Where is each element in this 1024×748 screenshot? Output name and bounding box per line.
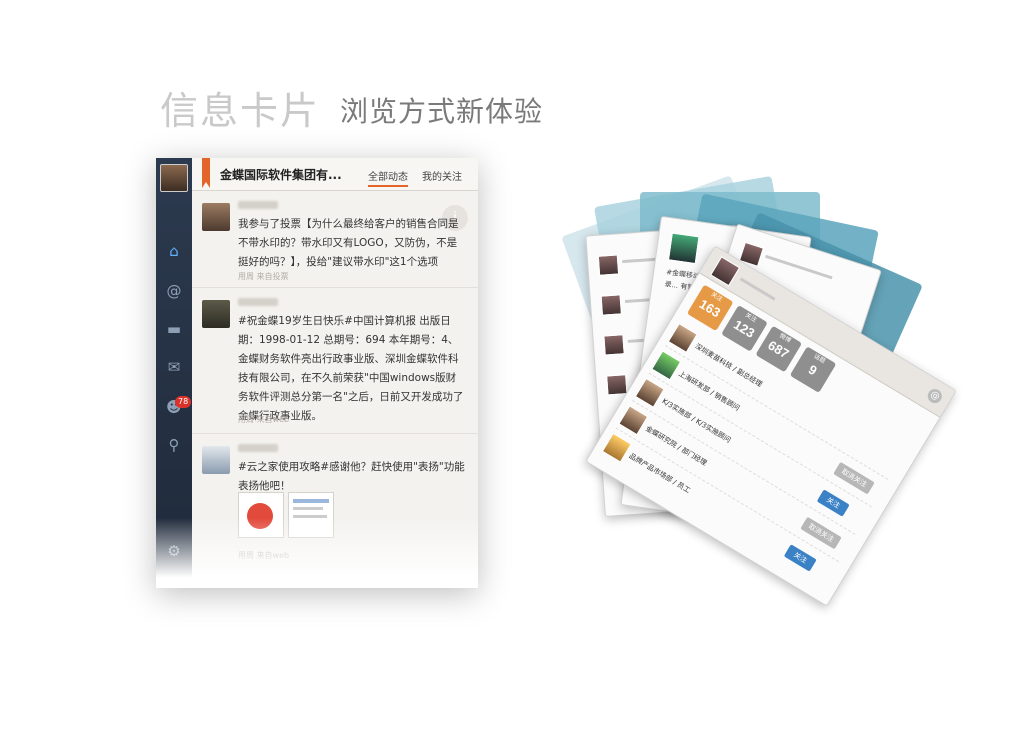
post-text: 我参与了投票【为什么最终给客户的销售合同是不带水印的？带水印又有LOGO，又防伪… bbox=[238, 218, 459, 268]
post-text: #云之家使用攻略#感谢他？赶快使用"表扬"功能表扬他吧！ bbox=[238, 461, 465, 492]
avatar bbox=[710, 256, 741, 287]
post-meta: 用周 来自web bbox=[238, 551, 290, 560]
follow-button[interactable]: 关注 bbox=[816, 489, 850, 517]
left-rail: ⌂ @ ▬ ✉ ☻ 78 ⚲ ⚙ bbox=[156, 158, 192, 588]
user-avatar[interactable] bbox=[160, 164, 188, 192]
feed-post: i 我参与了投票【为什么最终给客户的销售合同是不带水印的？带水印又有LOGO，又… bbox=[192, 191, 478, 288]
post-author[interactable] bbox=[238, 444, 278, 452]
avatar[interactable] bbox=[202, 203, 230, 231]
gear-icon[interactable]: ⚙ bbox=[156, 542, 192, 560]
post-meta: 用周 来自web bbox=[238, 415, 290, 424]
feed-post: #云之家使用攻略#感谢他？赶快使用"表扬"功能表扬他吧！ 用周 来自web bbox=[192, 434, 478, 588]
at-icon[interactable]: @ bbox=[156, 282, 192, 300]
app-window: ⌂ @ ▬ ✉ ☻ 78 ⚲ ⚙ 金蝶国际软件集团有... 全部动态 我的关注 … bbox=[156, 158, 478, 588]
follow-button[interactable]: 关注 bbox=[783, 544, 817, 572]
feed-post: #祝金蝶19岁生日快乐#中国计算机报 出版日期：1998-01-12 总期号：6… bbox=[192, 288, 478, 434]
mail-icon[interactable]: ✉ bbox=[156, 358, 192, 376]
avatar[interactable] bbox=[202, 300, 230, 328]
bookmark-icon bbox=[202, 158, 210, 188]
notification-badge: 78 bbox=[175, 396, 192, 408]
feed-pane: 金蝶国际软件集团有... 全部动态 我的关注 i 我参与了投票【为什么最终给客户… bbox=[192, 158, 478, 588]
card-fan: #金蝶移动... EAS通讯录... 有管理... 钉扩... 发送 @ 关注 … bbox=[500, 175, 1000, 640]
post-text: #祝金蝶19岁生日快乐#中国计算机报 出版日期：1998-01-12 总期号：6… bbox=[238, 315, 464, 422]
chat-icon[interactable]: ▬ bbox=[156, 320, 192, 338]
tab-my-follow[interactable]: 我的关注 bbox=[422, 168, 462, 183]
avatar bbox=[597, 254, 620, 276]
post-image[interactable] bbox=[238, 492, 284, 538]
post-image[interactable] bbox=[288, 492, 334, 538]
text-line bbox=[739, 277, 776, 301]
pane-header: 金蝶国际软件集团有... 全部动态 我的关注 bbox=[192, 158, 478, 191]
avatar bbox=[667, 232, 700, 265]
text-line bbox=[765, 254, 833, 280]
search-icon[interactable]: ⚲ bbox=[156, 436, 192, 454]
post-meta: 用周 来自投票 bbox=[238, 272, 289, 281]
post-author[interactable] bbox=[238, 201, 278, 209]
group-title: 金蝶国际软件集团有... bbox=[220, 168, 342, 182]
avatar[interactable] bbox=[202, 446, 230, 474]
heading-title: 信息卡片 bbox=[160, 89, 321, 133]
avatar bbox=[600, 294, 622, 316]
home-icon[interactable]: ⌂ bbox=[156, 242, 192, 260]
avatar bbox=[606, 374, 628, 396]
tab-all-activity[interactable]: 全部动态 bbox=[368, 168, 408, 187]
at-icon[interactable]: @ bbox=[925, 386, 945, 406]
stat-topics[interactable]: 话题 9 bbox=[789, 346, 837, 393]
avatar bbox=[603, 334, 625, 356]
heading-subtitle: 浏览方式新体验 bbox=[340, 95, 544, 128]
post-author[interactable] bbox=[238, 298, 278, 306]
